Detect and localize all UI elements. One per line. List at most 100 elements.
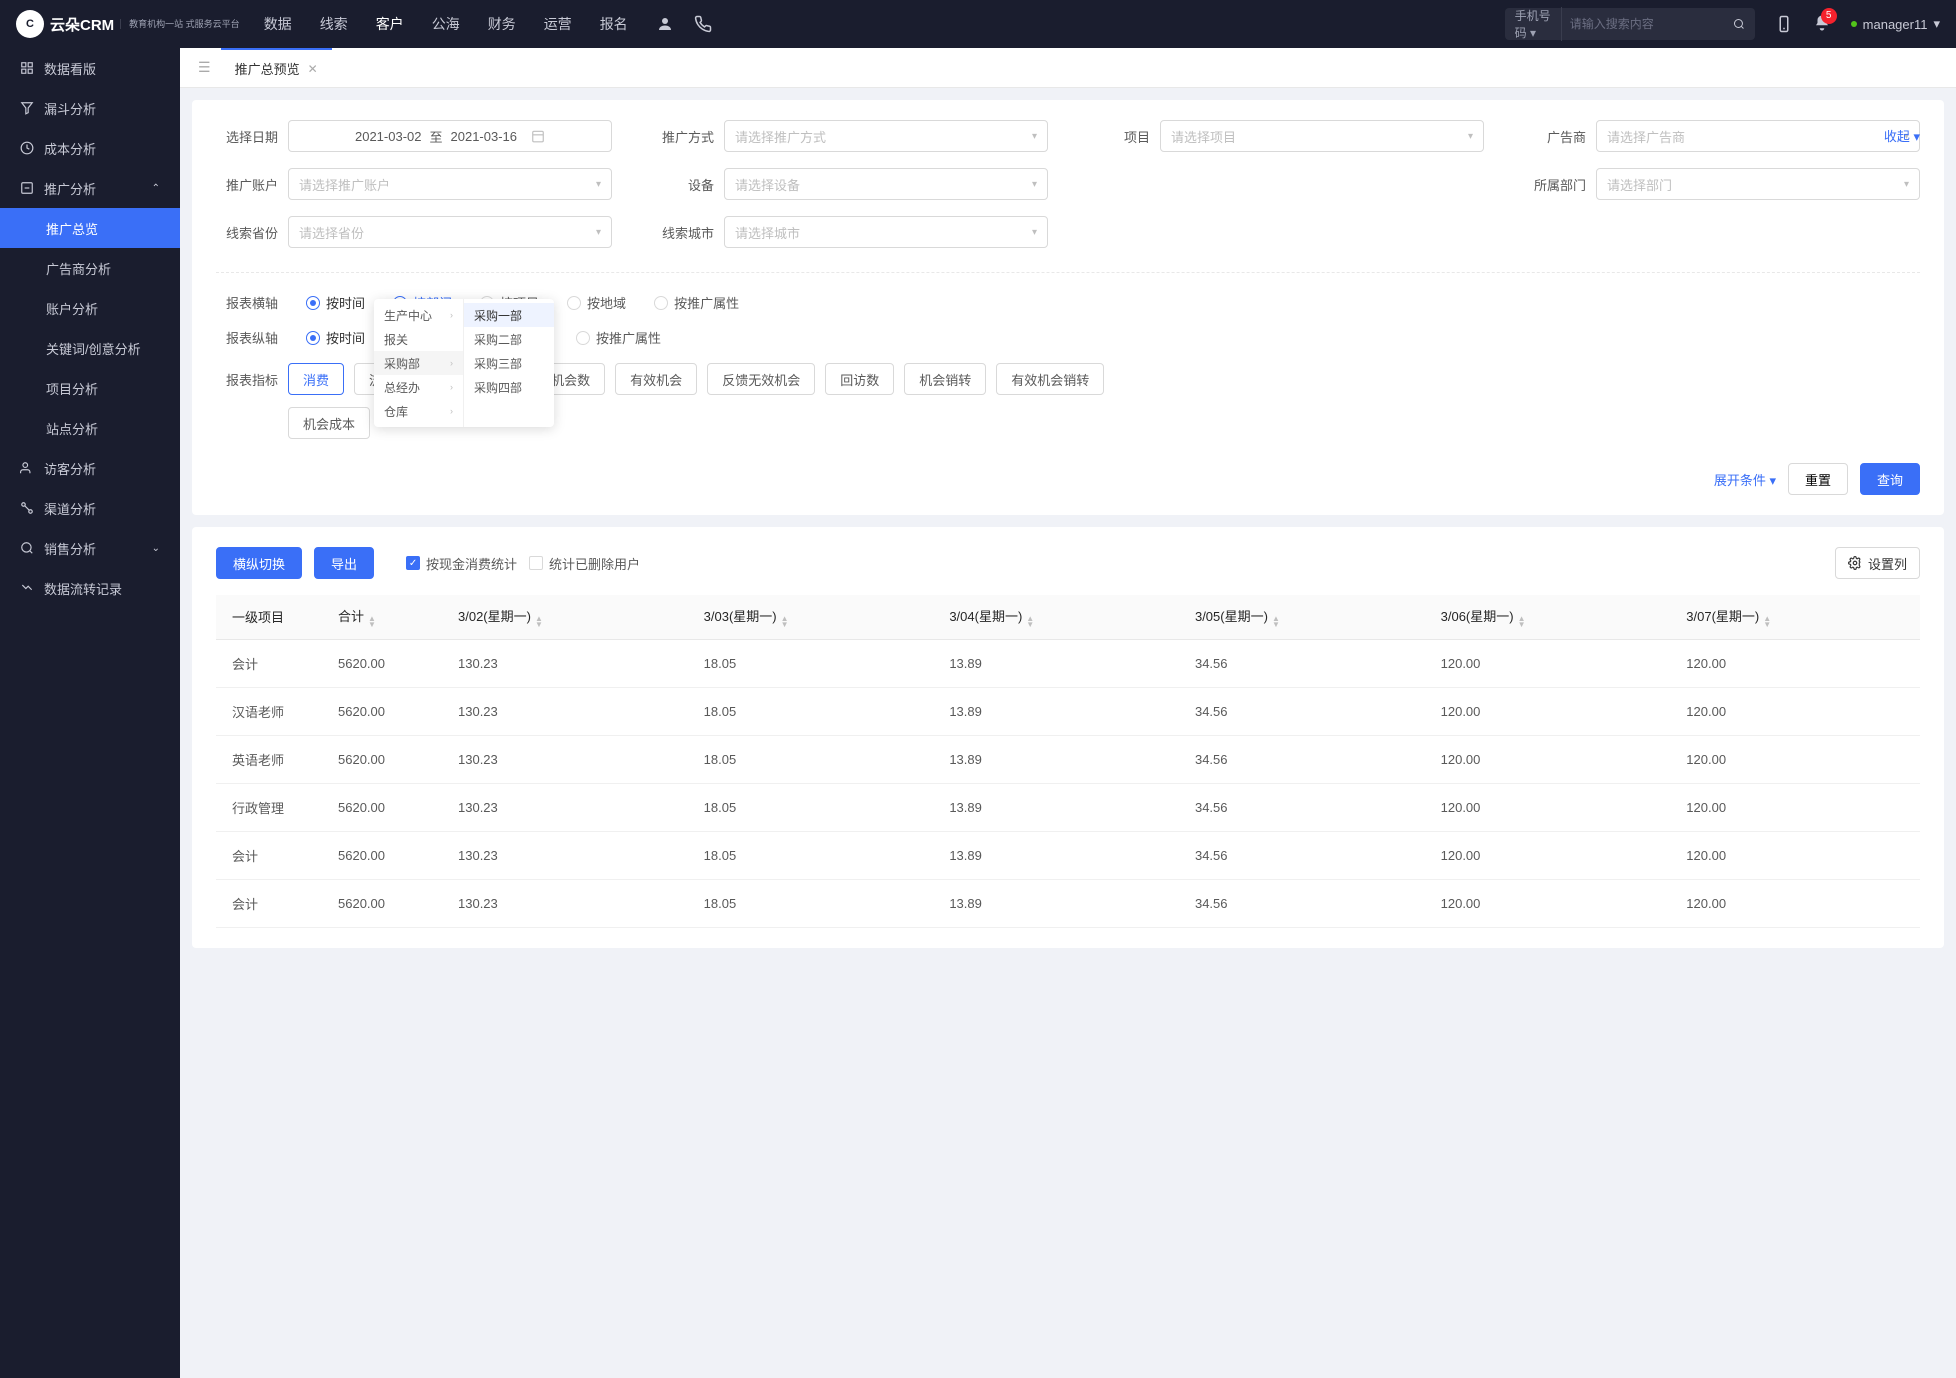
user-icon[interactable] <box>656 15 674 33</box>
search-type[interactable]: 手机号码 ▾ <box>1515 7 1562 41</box>
mobile-icon[interactable] <box>1775 15 1793 33</box>
sidebar-subitem[interactable]: 关键词/创意分析 <box>0 328 180 368</box>
method-select[interactable]: 请选择推广方式▾ <box>724 120 1048 152</box>
sidebar-item[interactable]: 访客分析 <box>0 448 180 488</box>
search-box[interactable]: 手机号码 ▾ <box>1505 8 1755 40</box>
cascade-item[interactable]: 总经办› <box>374 375 463 399</box>
table-header[interactable]: 3/05(星期一)▲▼ <box>1183 595 1429 639</box>
nav-item[interactable]: 客户 <box>376 14 404 34</box>
metric-button[interactable]: 有效机会销转 <box>996 363 1104 395</box>
project-label: 项目 <box>1088 127 1150 146</box>
nav-item[interactable]: 财务 <box>488 14 516 34</box>
export-button[interactable]: 导出 <box>314 547 374 579</box>
table-header[interactable]: 3/07(星期一)▲▼ <box>1674 595 1920 639</box>
table-header[interactable]: 合计▲▼ <box>326 595 446 639</box>
table-header[interactable]: 3/03(星期一)▲▼ <box>692 595 938 639</box>
cascade-item[interactable]: 采购一部 <box>464 303 554 327</box>
chevron-down-icon: ▾ <box>1032 131 1037 142</box>
metric-button[interactable]: 有效机会 <box>615 363 697 395</box>
cascade-item[interactable]: 采购三部 <box>464 351 554 375</box>
sidebar-subitem[interactable]: 账户分析 <box>0 288 180 328</box>
table-row[interactable]: 汉语老师5620.00130.2318.0513.8934.56120.0012… <box>216 687 1920 735</box>
table-header[interactable]: 3/02(星期一)▲▼ <box>446 595 692 639</box>
reset-button[interactable]: 重置 <box>1788 463 1848 495</box>
date-picker[interactable]: 2021-03-02 至 2021-03-16 <box>288 120 612 152</box>
city-select[interactable]: 请选择城市▾ <box>724 216 1048 248</box>
advertiser-select[interactable]: 请选择广告商▾ <box>1596 120 1920 152</box>
nav-item[interactable]: 报名 <box>600 14 628 34</box>
radio-option[interactable]: 按时间 <box>306 293 365 312</box>
sidebar-toggle-icon[interactable]: ☰ <box>188 59 221 76</box>
collapse-link[interactable]: 收起 ▾ <box>1884 126 1920 145</box>
table-header[interactable]: 3/04(星期一)▲▼ <box>937 595 1183 639</box>
user-menu[interactable]: manager11 ▾ <box>1851 16 1940 32</box>
cascade-item[interactable]: 报关 <box>374 327 463 351</box>
sidebar-item[interactable]: 数据看版 <box>0 48 180 88</box>
table-cell: 5620.00 <box>326 639 446 687</box>
close-icon[interactable]: ✕ <box>308 62 318 76</box>
notification-bell[interactable]: 5 <box>1813 14 1831 35</box>
table-row[interactable]: 行政管理5620.00130.2318.0513.8934.56120.0012… <box>216 783 1920 831</box>
dept-select[interactable]: 请选择部门▾ <box>1596 168 1920 200</box>
metric-button[interactable]: 反馈无效机会 <box>707 363 815 395</box>
chevron-down-icon: ▾ <box>596 179 601 190</box>
metric-button[interactable]: 机会销转 <box>904 363 986 395</box>
table-header[interactable]: 3/06(星期一)▲▼ <box>1429 595 1675 639</box>
table-row[interactable]: 会计5620.00130.2318.0513.8934.56120.00120.… <box>216 879 1920 927</box>
sidebar-subitem[interactable]: 项目分析 <box>0 368 180 408</box>
sidebar-subitem[interactable]: 推广总览 <box>0 208 180 248</box>
table-cell: 5620.00 <box>326 783 446 831</box>
cascade-item[interactable]: 仓库› <box>374 399 463 423</box>
radio-option[interactable]: 按推广属性 <box>576 328 661 347</box>
table-row[interactable]: 英语老师5620.00130.2318.0513.8934.56120.0012… <box>216 735 1920 783</box>
sidebar-item[interactable]: 漏斗分析 <box>0 88 180 128</box>
table-row[interactable]: 会计5620.00130.2318.0513.8934.56120.00120.… <box>216 639 1920 687</box>
metric-button[interactable]: 回访数 <box>825 363 894 395</box>
search-icon[interactable] <box>1733 15 1745 33</box>
sidebar-item[interactable]: 推广分析⌃ <box>0 168 180 208</box>
sidebar-item[interactable]: 成本分析 <box>0 128 180 168</box>
sidebar-subitem[interactable]: 广告商分析 <box>0 248 180 288</box>
logo: C 云朵CRM 教育机构一站 式服务云平台 <box>16 10 240 38</box>
settings-columns-button[interactable]: 设置列 <box>1835 547 1920 579</box>
phone-icon[interactable] <box>694 15 712 33</box>
dept-cascade: 生产中心›报关采购部›总经办›仓库› 采购一部采购二部采购三部采购四部 <box>374 299 554 427</box>
cascade-item[interactable]: 采购二部 <box>464 327 554 351</box>
cascade-item[interactable]: 采购部› <box>374 351 463 375</box>
sort-icon: ▲▼ <box>1763 616 1771 628</box>
table-header[interactable]: 一级项目 <box>216 595 326 639</box>
province-select[interactable]: 请选择省份▾ <box>288 216 612 248</box>
radio-icon <box>654 296 668 310</box>
sidebar-item[interactable]: 数据流转记录 <box>0 568 180 608</box>
project-select[interactable]: 请选择项目▾ <box>1160 120 1484 152</box>
nav-item[interactable]: 线索 <box>320 14 348 34</box>
device-select[interactable]: 请选择设备▾ <box>724 168 1048 200</box>
metric-button[interactable]: 消费 <box>288 363 344 395</box>
account-select[interactable]: 请选择推广账户▾ <box>288 168 612 200</box>
cascade-item[interactable]: 采购四部 <box>464 375 554 399</box>
expand-conditions-link[interactable]: 展开条件 ▾ <box>1714 470 1776 489</box>
metric-button[interactable]: 机会成本 <box>288 407 370 439</box>
radio-option[interactable]: 按时间 <box>306 328 365 347</box>
search-input[interactable] <box>1562 17 1733 31</box>
cash-checkbox[interactable]: ✓ 按现金消费统计 <box>406 554 517 573</box>
table-row[interactable]: 会计5620.00130.2318.0513.8934.56120.00120.… <box>216 831 1920 879</box>
sidebar-item[interactable]: 渠道分析 <box>0 488 180 528</box>
radio-option[interactable]: 按推广属性 <box>654 293 739 312</box>
sidebar-item[interactable]: 销售分析⌄ <box>0 528 180 568</box>
cascade-item[interactable]: 生产中心› <box>374 303 463 327</box>
query-button[interactable]: 查询 <box>1860 463 1920 495</box>
tab-active[interactable]: 推广总预览 ✕ <box>221 48 332 88</box>
nav-item[interactable]: 运营 <box>544 14 572 34</box>
nav-item[interactable]: 公海 <box>432 14 460 34</box>
deleted-checkbox[interactable]: 统计已删除用户 <box>529 554 640 573</box>
sidebar-subitem[interactable]: 站点分析 <box>0 408 180 448</box>
table-cell: 120.00 <box>1429 831 1675 879</box>
nav-item[interactable]: 数据 <box>264 14 292 34</box>
sort-icon: ▲▼ <box>1272 616 1280 628</box>
table-cell: 13.89 <box>937 687 1183 735</box>
chevron-right-icon: › <box>450 406 453 416</box>
chevron-right-icon: › <box>450 358 453 368</box>
radio-option[interactable]: 按地域 <box>567 293 626 312</box>
switch-button[interactable]: 横纵切换 <box>216 547 302 579</box>
